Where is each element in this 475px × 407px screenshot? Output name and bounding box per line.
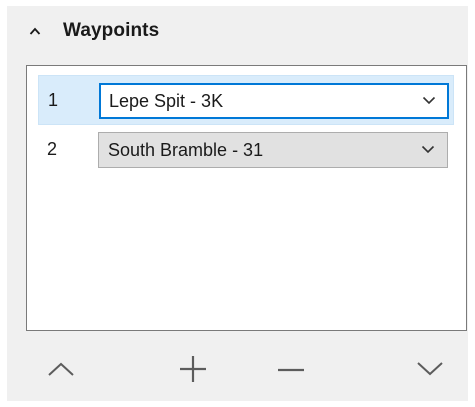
move-down-button[interactable] xyxy=(410,349,450,389)
chevron-down-icon xyxy=(421,145,435,154)
waypoint-select[interactable]: Lepe Spit - 3K xyxy=(99,83,449,119)
add-waypoint-button[interactable] xyxy=(173,349,213,389)
minus-icon xyxy=(278,368,304,372)
waypoint-select-value: South Bramble - 31 xyxy=(108,140,264,160)
waypoint-list[interactable]: 1 Lepe Spit - 3K 2 South Bramble - 31 xyxy=(26,65,467,331)
waypoints-panel: Waypoints 1 Lepe Spit - 3K 2 South Bramb… xyxy=(7,6,468,401)
panel-header[interactable]: Waypoints xyxy=(7,6,468,54)
waypoint-select[interactable]: South Bramble - 31 xyxy=(98,132,448,168)
plus-icon xyxy=(180,356,206,382)
chevron-down-icon xyxy=(417,362,443,376)
move-up-button[interactable] xyxy=(41,349,81,389)
waypoint-index: 2 xyxy=(47,139,58,159)
panel-title: Waypoints xyxy=(63,20,160,41)
waypoint-select-value: Lepe Spit - 3K xyxy=(109,91,224,111)
remove-waypoint-button[interactable] xyxy=(271,349,311,389)
chevron-up-icon xyxy=(48,362,74,376)
waypoint-row[interactable]: 1 Lepe Spit - 3K xyxy=(38,75,454,125)
chevron-down-icon xyxy=(422,96,436,105)
waypoint-row[interactable]: 2 South Bramble - 31 xyxy=(38,125,454,175)
collapse-chevron-icon[interactable] xyxy=(29,26,41,36)
waypoint-index: 1 xyxy=(48,90,59,110)
